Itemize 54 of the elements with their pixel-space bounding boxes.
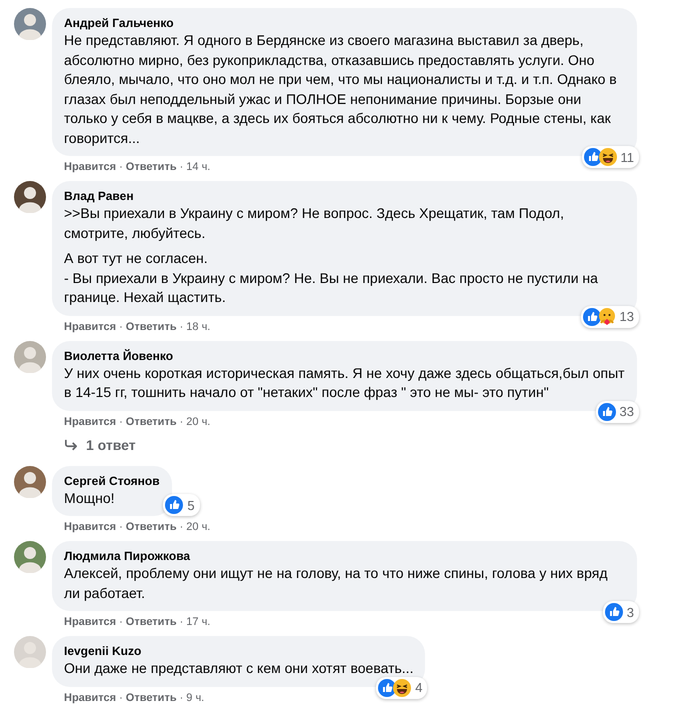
separator-dot: · xyxy=(119,414,123,428)
reply-link[interactable]: Ответить xyxy=(126,414,177,428)
avatar-silhouette-icon[interactable] xyxy=(14,181,46,213)
separator-dot: · xyxy=(180,690,184,704)
comment-text: Алексей, проблему они ищут не на голову, на то что ниже спины, голова у них вряд ли работает. xyxy=(64,564,608,603)
reply-arrow-icon xyxy=(64,438,78,450)
reaction-count-badge[interactable]: 13 xyxy=(580,306,639,328)
separator-dot: · xyxy=(180,320,184,334)
reaction-count-badge[interactable]: 33 xyxy=(596,400,639,422)
comment-text: >>Вы приехали в Украину с миром? Не вопрос. Здесь Хрещатик, там Подол, смотрите, любуйтесь. xyxy=(64,204,565,243)
like-link[interactable]: Нравится xyxy=(64,320,116,334)
separator-dot: · xyxy=(180,615,184,629)
comment-text: А вот тут не согласен. - Вы приехали в Украину с миром? Не. Вы не приехали. Вас просто не пустили на границе. Нехай щастить. xyxy=(64,249,599,307)
like-link[interactable]: Нравится xyxy=(64,160,116,174)
reaction-count-badge[interactable]: 5 xyxy=(163,494,200,516)
reply-link[interactable]: Ответить xyxy=(126,615,177,629)
separator-dot: · xyxy=(119,160,123,174)
timestamp[interactable]: 14 ч. xyxy=(186,160,210,174)
comment-text: Не представляют. Я одного в Бердянске из своего магазина выставил за дверь, абсолютно мирно, без рукоприкладства, отказавшись предоставлять услуги. Оно блеяло, мычало, что оно мол не при чем, что мы националисты и т.д. и т.п. Однако в глазах был неподдельный ужас и ПОЛНОЕ непонимание причины. Борзые они только у себя в мацкве, а здесь их бояться абсолютно ни к чему. Родные стены, как говорится... xyxy=(64,31,618,148)
author-name[interactable]: Ievgenii Kuzo xyxy=(64,643,414,659)
timestamp[interactable]: 20 ч. xyxy=(186,414,210,428)
avatar-silhouette-icon[interactable] xyxy=(14,466,46,498)
author-name[interactable]: Влад Равен xyxy=(64,188,625,204)
reply-link[interactable]: Ответить xyxy=(126,160,177,174)
reaction-count-badge[interactable]: 11 xyxy=(582,146,639,168)
timestamp[interactable]: 18 ч. xyxy=(186,320,210,334)
separator-dot: · xyxy=(180,414,184,428)
separator-dot: · xyxy=(119,520,123,534)
view-replies-link[interactable]: 1 ответ xyxy=(86,436,136,452)
reply-link[interactable]: Ответить xyxy=(126,690,177,704)
reaction-count-badge[interactable]: 3 xyxy=(602,601,639,623)
avatar-silhouette-icon[interactable] xyxy=(14,541,46,573)
reaction-count-badge[interactable]: 4 xyxy=(376,676,428,698)
separator-dot: · xyxy=(119,690,123,704)
like-link[interactable]: Нравится xyxy=(64,414,116,428)
like-link[interactable]: Нравится xyxy=(64,690,116,704)
like-link[interactable]: Нравится xyxy=(64,615,116,629)
author-name[interactable]: Сергей Стоянов xyxy=(64,472,160,488)
reply-link[interactable]: Ответить xyxy=(126,520,177,534)
timestamp[interactable]: 20 ч. xyxy=(186,520,210,534)
comment-text: Они даже не представляют с кем они хотят воевать... xyxy=(64,659,414,678)
comment-text: Мощно! xyxy=(64,488,116,508)
comment-text: У них очень короткая историческая память. Я не хочу даже здесь общаться,был опыт в 14-15 гг, тошнить начало от "нетаких" после фраз " это не мы- это путин" xyxy=(64,364,625,402)
author-name[interactable]: Андрей Гальченко xyxy=(64,15,625,31)
timestamp[interactable]: 17 ч. xyxy=(186,615,210,629)
timestamp[interactable]: 9 ч. xyxy=(186,690,204,704)
separator-dot: · xyxy=(180,160,184,174)
reply-link[interactable]: Ответить xyxy=(126,320,177,334)
like-link[interactable]: Нравится xyxy=(64,520,116,534)
separator-dot: · xyxy=(180,520,184,534)
separator-dot: · xyxy=(119,320,123,334)
author-name[interactable]: Людмила Пирожкова xyxy=(64,548,625,564)
separator-dot: · xyxy=(119,615,123,629)
author-name[interactable]: Виолетта Йовенко xyxy=(64,348,625,364)
